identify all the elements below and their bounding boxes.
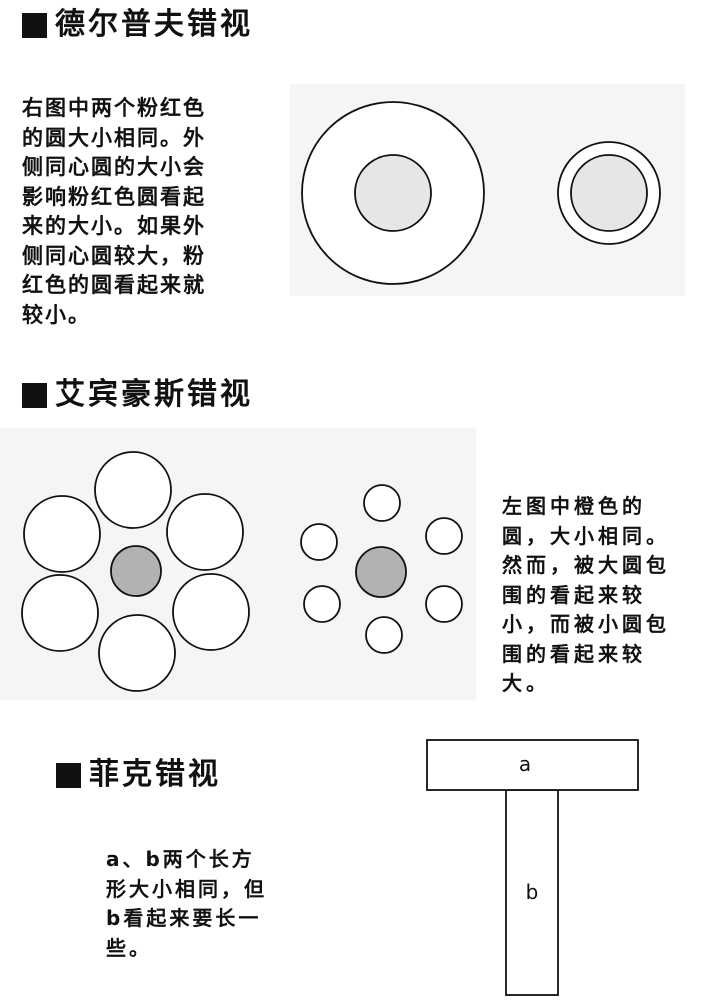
label-a: a (519, 752, 531, 776)
fick-figure: a b (426, 739, 639, 996)
label-b: b (526, 880, 539, 904)
rectangle-a (426, 739, 639, 791)
